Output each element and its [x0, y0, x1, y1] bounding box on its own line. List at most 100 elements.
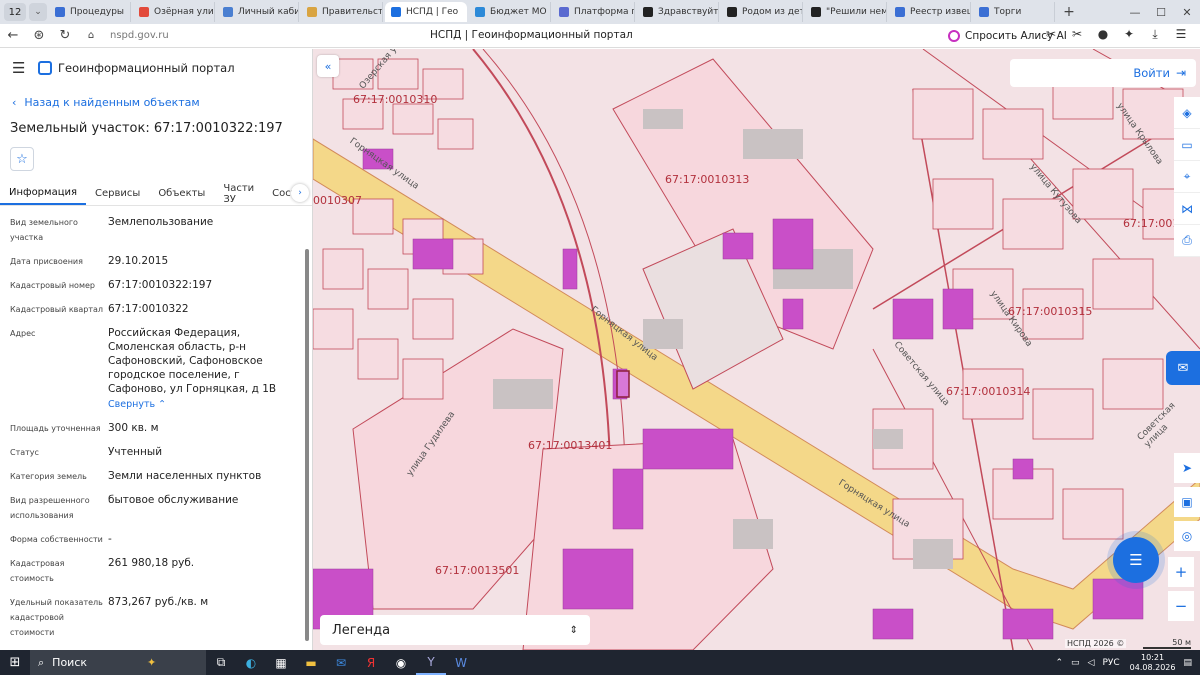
- share-icon[interactable]: ⋈: [1174, 193, 1200, 225]
- browser-tab[interactable]: Платформа г: [553, 2, 635, 22]
- tab-list-dropdown[interactable]: ⌄: [29, 3, 47, 21]
- network-icon[interactable]: ▭: [1071, 658, 1080, 668]
- login-button[interactable]: Войти ⇥: [1010, 59, 1196, 87]
- extension-icon-2[interactable]: ✂: [1064, 27, 1090, 42]
- new-tab-button[interactable]: +: [1059, 3, 1079, 21]
- collapse-address-link[interactable]: Свернуть ⌃: [108, 398, 296, 412]
- property-row: Кадастровый квартал 67:17:0010322: [10, 302, 296, 317]
- downloads-icon[interactable]: ⤓: [1142, 27, 1168, 42]
- area-select-icon[interactable]: ⌖: [1174, 161, 1200, 193]
- chevron-left-icon: ‹: [12, 96, 17, 109]
- tab-favicon-icon: [979, 7, 989, 17]
- windows-start-icon[interactable]: ⊞: [0, 655, 30, 670]
- tabs-next-chevron-icon[interactable]: ›: [291, 184, 309, 202]
- volume-icon[interactable]: ◁: [1088, 658, 1095, 668]
- tab-services[interactable]: Сервисы: [86, 182, 149, 205]
- map-toolbar: ◈ ▭ ⌖ ⋈ ⎙: [1174, 97, 1200, 257]
- taskbar-search-label: Поиск: [52, 656, 88, 669]
- legend-dropdown[interactable]: Легенда ⇕: [320, 615, 590, 645]
- panel-tabs: Информация Сервисы Объекты Части ЗУ Сост…: [0, 182, 312, 206]
- yandex-browser-icon[interactable]: Y: [416, 650, 446, 675]
- cadastral-map[interactable]: 67:17:0010310 67:17:0010313 0010307 67:1…: [313, 49, 1200, 650]
- ruler-icon[interactable]: ▭: [1174, 129, 1200, 161]
- tab-label: Озёрная ули: [154, 7, 214, 17]
- favorite-star-button[interactable]: ☆: [10, 147, 34, 171]
- property-row: Удельный показатель кадастровой стоимост…: [10, 595, 296, 640]
- close-window-button[interactable]: ✕: [1174, 6, 1200, 19]
- property-row: Кадастровая стоимость 261 980,18 руб.: [10, 556, 296, 586]
- notifications-icon[interactable]: ▤: [1183, 658, 1192, 668]
- search-highlight-icon: ✦: [147, 656, 157, 669]
- search-icon: ⌕: [38, 655, 45, 669]
- task-view-icon[interactable]: ⧉: [206, 650, 236, 675]
- property-row: Адрес Российская Федерация, Смоленская об…: [10, 326, 296, 412]
- extensions-icon[interactable]: ✦: [1116, 27, 1142, 42]
- property-label: Вид земельного участка: [10, 218, 78, 242]
- minimap-icon[interactable]: ▣: [1174, 487, 1200, 517]
- tab-favicon-icon: [895, 7, 905, 17]
- browser-tab[interactable]: Здравствуйте: [637, 2, 719, 22]
- language-indicator[interactable]: РУС: [1102, 658, 1119, 668]
- geolocation-icon[interactable]: ➤: [1174, 453, 1200, 483]
- browser-tab[interactable]: Правительст: [301, 2, 383, 22]
- menu-icon[interactable]: ☰: [1168, 27, 1194, 42]
- target-icon[interactable]: ◎: [1174, 521, 1200, 551]
- clock[interactable]: 10:21 04.08.2026: [1130, 653, 1176, 673]
- tray-chevron-icon[interactable]: ⌃: [1055, 658, 1063, 668]
- property-value-cell: 261 980,18 руб.: [108, 556, 296, 586]
- browser-tab[interactable]: "Решили нем: [805, 2, 887, 22]
- collapse-panel-double-chevron-icon[interactable]: «: [317, 55, 339, 77]
- property-value-cell: Землепользование: [108, 215, 296, 245]
- property-value: Учтенный: [108, 446, 163, 458]
- portal-name: Геоинформационный портал: [58, 61, 235, 75]
- browser-icon[interactable]: ◉: [386, 650, 416, 675]
- layers-icon[interactable]: ◈: [1174, 97, 1200, 129]
- tab-parcel-parts[interactable]: Части ЗУ: [214, 182, 263, 205]
- taskbar-search[interactable]: ⌕ Поиск ✦: [30, 650, 206, 675]
- yandex-icon[interactable]: Я: [356, 650, 386, 675]
- file-explorer-icon[interactable]: ▬: [296, 650, 326, 675]
- tab-objects[interactable]: Объекты: [149, 182, 214, 205]
- store-icon[interactable]: ▦: [266, 650, 296, 675]
- browser-tab[interactable]: Личный кабин: [217, 2, 299, 22]
- tab-information[interactable]: Информация: [0, 182, 87, 205]
- tab-label: Здравствуйте: [658, 7, 719, 17]
- shield-icon[interactable]: ⊛: [26, 28, 52, 43]
- property-value-cell: 300 кв. м: [108, 421, 296, 436]
- reload-icon[interactable]: ↻: [52, 28, 78, 43]
- panel-scrollbar[interactable]: [305, 249, 309, 641]
- property-label: Дата присвоения: [10, 257, 83, 266]
- back-to-results-link[interactable]: ‹ Назад к найденным объектам: [12, 96, 200, 109]
- tab-label: Бюджет МО 2: [490, 7, 551, 17]
- incognito-icon[interactable]: ●: [1090, 27, 1116, 42]
- tab-favicon-icon: [475, 7, 485, 17]
- tab-favicon-icon: [307, 7, 317, 17]
- chat-bubble-icon[interactable]: ☰: [1113, 537, 1159, 583]
- property-row: Категория земель Земли населенных пунктов: [10, 469, 296, 484]
- property-label: Статус: [10, 448, 39, 457]
- edge-icon[interactable]: ◐: [236, 650, 266, 675]
- zoom-in-button[interactable]: +: [1168, 557, 1194, 587]
- print-icon[interactable]: ⎙: [1174, 225, 1200, 257]
- url-field[interactable]: nspd.gov.ru: [110, 30, 169, 41]
- browser-tab[interactable]: НСПД | Гео: [385, 2, 467, 22]
- minimize-button[interactable]: —: [1122, 6, 1148, 19]
- property-value: бытовое обслуживание: [108, 494, 239, 506]
- support-chat-icon[interactable]: ✉: [1166, 351, 1200, 385]
- browser-tab[interactable]: Реестр извещ: [889, 2, 971, 22]
- word-icon[interactable]: W: [446, 650, 476, 675]
- browser-tab[interactable]: Торги: [973, 2, 1055, 22]
- zoom-out-button[interactable]: −: [1168, 591, 1194, 621]
- outlook-icon[interactable]: ✉: [326, 650, 356, 675]
- maximize-button[interactable]: ☐: [1148, 6, 1174, 19]
- browser-tab[interactable]: Бюджет МО 2: [469, 2, 551, 22]
- back-arrow-icon[interactable]: ←: [0, 28, 26, 43]
- hamburger-menu-icon[interactable]: ☰: [12, 59, 34, 77]
- tab-counter[interactable]: 12: [4, 3, 26, 21]
- browser-tab[interactable]: Процедуры: [49, 2, 131, 22]
- extension-icon[interactable]: ✂: [1038, 27, 1064, 42]
- browser-tab[interactable]: Родом из дет: [721, 2, 803, 22]
- lock-icon: ⌂: [87, 30, 95, 41]
- browser-tab[interactable]: Озёрная ули: [133, 2, 215, 22]
- property-label: Вид разрешенного использования: [10, 496, 90, 520]
